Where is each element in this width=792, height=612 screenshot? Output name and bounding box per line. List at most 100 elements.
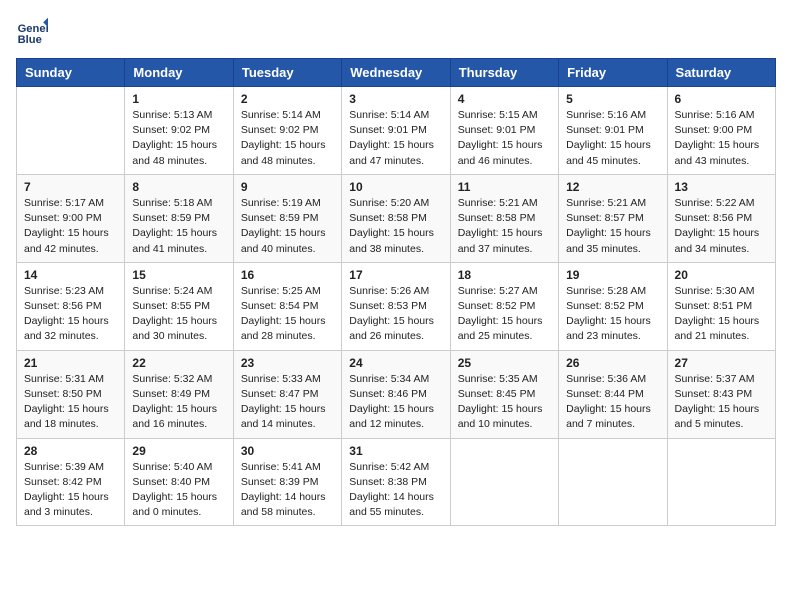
day-info: Sunrise: 5:42 AM Sunset: 8:38 PM Dayligh… bbox=[349, 460, 442, 521]
svg-text:General: General bbox=[18, 23, 48, 35]
calendar-cell: 9Sunrise: 5:19 AM Sunset: 8:59 PM Daylig… bbox=[233, 174, 341, 262]
calendar-cell bbox=[17, 87, 125, 175]
day-number: 22 bbox=[132, 356, 225, 370]
day-info: Sunrise: 5:39 AM Sunset: 8:42 PM Dayligh… bbox=[24, 460, 117, 521]
calendar-cell: 10 Sunrise: 5:20 AM Sunset: 8:58 PM Dayli… bbox=[342, 174, 450, 262]
day-info: Sunrise: 5:19 AM Sunset: 8:59 PM Dayligh… bbox=[241, 196, 334, 257]
calendar-table: SundayMondayTuesdayWednesdayThursdayFrid… bbox=[16, 58, 776, 526]
day-info: Sunrise: 5:13 AM Sunset: 9:02 PM Dayligh… bbox=[132, 108, 225, 169]
day-info: Sunrise: 5:15 AM Sunset: 9:01 PM Dayligh… bbox=[458, 108, 551, 169]
day-number: 6 bbox=[675, 92, 768, 106]
day-number: 10 bbox=[349, 180, 442, 194]
calendar-cell: 13 Sunrise: 5:22 AM Sunset: 8:56 PM Dayli… bbox=[667, 174, 775, 262]
logo: General Blue bbox=[16, 16, 52, 48]
day-info: Sunrise: 5:31 AM Sunset: 8:50 PM Dayligh… bbox=[24, 372, 117, 433]
day-number: 19 bbox=[566, 268, 659, 282]
calendar-cell: 22 Sunrise: 5:32 AM Sunset: 8:49 PM Dayli… bbox=[125, 350, 233, 438]
day-number: 12 bbox=[566, 180, 659, 194]
calendar-cell: 20Sunrise: 5:30 AM Sunset: 8:51 PM Dayli… bbox=[667, 262, 775, 350]
calendar-cell: 25 Sunrise: 5:35 AM Sunset: 8:45 PM Dayli… bbox=[450, 350, 558, 438]
calendar-cell: 4 Sunrise: 5:15 AM Sunset: 9:01 PM Daylig… bbox=[450, 87, 558, 175]
calendar-cell: 11 Sunrise: 5:21 AM Sunset: 8:58 PM Dayli… bbox=[450, 174, 558, 262]
calendar-cell: 29Sunrise: 5:40 AM Sunset: 8:40 PM Dayli… bbox=[125, 438, 233, 526]
calendar-cell: 24 Sunrise: 5:34 AM Sunset: 8:46 PM Dayli… bbox=[342, 350, 450, 438]
day-info: Sunrise: 5:30 AM Sunset: 8:51 PM Dayligh… bbox=[675, 284, 768, 345]
calendar-cell: 28 Sunrise: 5:39 AM Sunset: 8:42 PM Dayli… bbox=[17, 438, 125, 526]
day-number: 29 bbox=[132, 444, 225, 458]
calendar-cell: 15 Sunrise: 5:24 AM Sunset: 8:55 PM Dayli… bbox=[125, 262, 233, 350]
calendar-cell: 21 Sunrise: 5:31 AM Sunset: 8:50 PM Dayli… bbox=[17, 350, 125, 438]
day-info: Sunrise: 5:28 AM Sunset: 8:52 PM Dayligh… bbox=[566, 284, 659, 345]
day-number: 30 bbox=[241, 444, 334, 458]
weekday-sunday: Sunday bbox=[17, 59, 125, 87]
calendar-cell: 26Sunrise: 5:36 AM Sunset: 8:44 PM Dayli… bbox=[559, 350, 667, 438]
week-row-3: 14 Sunrise: 5:23 AM Sunset: 8:56 PM Dayli… bbox=[17, 262, 776, 350]
calendar-cell: 27 Sunrise: 5:37 AM Sunset: 8:43 PM Dayli… bbox=[667, 350, 775, 438]
page-header: General Blue bbox=[16, 16, 776, 48]
day-info: Sunrise: 5:17 AM Sunset: 9:00 PM Dayligh… bbox=[24, 196, 117, 257]
day-number: 28 bbox=[24, 444, 117, 458]
day-number: 7 bbox=[24, 180, 117, 194]
day-number: 1 bbox=[132, 92, 225, 106]
day-number: 23 bbox=[241, 356, 334, 370]
calendar-cell: 19 Sunrise: 5:28 AM Sunset: 8:52 PM Dayli… bbox=[559, 262, 667, 350]
weekday-tuesday: Tuesday bbox=[233, 59, 341, 87]
day-info: Sunrise: 5:16 AM Sunset: 9:01 PM Dayligh… bbox=[566, 108, 659, 169]
day-info: Sunrise: 5:24 AM Sunset: 8:55 PM Dayligh… bbox=[132, 284, 225, 345]
day-number: 2 bbox=[241, 92, 334, 106]
calendar-cell: 3Sunrise: 5:14 AM Sunset: 9:01 PM Daylig… bbox=[342, 87, 450, 175]
day-number: 3 bbox=[349, 92, 442, 106]
day-info: Sunrise: 5:37 AM Sunset: 8:43 PM Dayligh… bbox=[675, 372, 768, 433]
calendar-cell: 8 Sunrise: 5:18 AM Sunset: 8:59 PM Daylig… bbox=[125, 174, 233, 262]
day-number: 16 bbox=[241, 268, 334, 282]
day-number: 5 bbox=[566, 92, 659, 106]
day-info: Sunrise: 5:18 AM Sunset: 8:59 PM Dayligh… bbox=[132, 196, 225, 257]
calendar-cell bbox=[667, 438, 775, 526]
day-number: 27 bbox=[675, 356, 768, 370]
day-info: Sunrise: 5:32 AM Sunset: 8:49 PM Dayligh… bbox=[132, 372, 225, 433]
day-number: 18 bbox=[458, 268, 551, 282]
day-info: Sunrise: 5:21 AM Sunset: 8:57 PM Dayligh… bbox=[566, 196, 659, 257]
calendar-cell: 23 Sunrise: 5:33 AM Sunset: 8:47 PM Dayli… bbox=[233, 350, 341, 438]
day-number: 31 bbox=[349, 444, 442, 458]
week-row-5: 28 Sunrise: 5:39 AM Sunset: 8:42 PM Dayli… bbox=[17, 438, 776, 526]
calendar-cell: 17Sunrise: 5:26 AM Sunset: 8:53 PM Dayli… bbox=[342, 262, 450, 350]
calendar-cell: 12 Sunrise: 5:21 AM Sunset: 8:57 PM Dayli… bbox=[559, 174, 667, 262]
day-number: 11 bbox=[458, 180, 551, 194]
day-number: 8 bbox=[132, 180, 225, 194]
day-info: Sunrise: 5:25 AM Sunset: 8:54 PM Dayligh… bbox=[241, 284, 334, 345]
day-info: Sunrise: 5:35 AM Sunset: 8:45 PM Dayligh… bbox=[458, 372, 551, 433]
day-number: 26 bbox=[566, 356, 659, 370]
day-number: 15 bbox=[132, 268, 225, 282]
day-number: 4 bbox=[458, 92, 551, 106]
day-info: Sunrise: 5:34 AM Sunset: 8:46 PM Dayligh… bbox=[349, 372, 442, 433]
calendar-cell: 14 Sunrise: 5:23 AM Sunset: 8:56 PM Dayli… bbox=[17, 262, 125, 350]
calendar-cell bbox=[559, 438, 667, 526]
day-info: Sunrise: 5:21 AM Sunset: 8:58 PM Dayligh… bbox=[458, 196, 551, 257]
day-number: 14 bbox=[24, 268, 117, 282]
day-info: Sunrise: 5:20 AM Sunset: 8:58 PM Dayligh… bbox=[349, 196, 442, 257]
day-info: Sunrise: 5:22 AM Sunset: 8:56 PM Dayligh… bbox=[675, 196, 768, 257]
day-info: Sunrise: 5:16 AM Sunset: 9:00 PM Dayligh… bbox=[675, 108, 768, 169]
calendar-cell: 16 Sunrise: 5:25 AM Sunset: 8:54 PM Dayli… bbox=[233, 262, 341, 350]
day-info: Sunrise: 5:33 AM Sunset: 8:47 PM Dayligh… bbox=[241, 372, 334, 433]
weekday-friday: Friday bbox=[559, 59, 667, 87]
week-row-1: 1 Sunrise: 5:13 AM Sunset: 9:02 PM Daylig… bbox=[17, 87, 776, 175]
weekday-monday: Monday bbox=[125, 59, 233, 87]
day-info: Sunrise: 5:26 AM Sunset: 8:53 PM Dayligh… bbox=[349, 284, 442, 345]
calendar-cell bbox=[450, 438, 558, 526]
calendar-cell: 18Sunrise: 5:27 AM Sunset: 8:52 PM Dayli… bbox=[450, 262, 558, 350]
day-info: Sunrise: 5:41 AM Sunset: 8:39 PM Dayligh… bbox=[241, 460, 334, 521]
weekday-header-row: SundayMondayTuesdayWednesdayThursdayFrid… bbox=[17, 59, 776, 87]
day-number: 24 bbox=[349, 356, 442, 370]
week-row-4: 21 Sunrise: 5:31 AM Sunset: 8:50 PM Dayli… bbox=[17, 350, 776, 438]
calendar-cell: 5 Sunrise: 5:16 AM Sunset: 9:01 PM Daylig… bbox=[559, 87, 667, 175]
weekday-saturday: Saturday bbox=[667, 59, 775, 87]
day-number: 21 bbox=[24, 356, 117, 370]
calendar-cell: 2Sunrise: 5:14 AM Sunset: 9:02 PM Daylig… bbox=[233, 87, 341, 175]
logo-icon: General Blue bbox=[16, 16, 48, 48]
day-number: 13 bbox=[675, 180, 768, 194]
calendar-cell: 7 Sunrise: 5:17 AM Sunset: 9:00 PM Daylig… bbox=[17, 174, 125, 262]
day-info: Sunrise: 5:23 AM Sunset: 8:56 PM Dayligh… bbox=[24, 284, 117, 345]
day-number: 25 bbox=[458, 356, 551, 370]
